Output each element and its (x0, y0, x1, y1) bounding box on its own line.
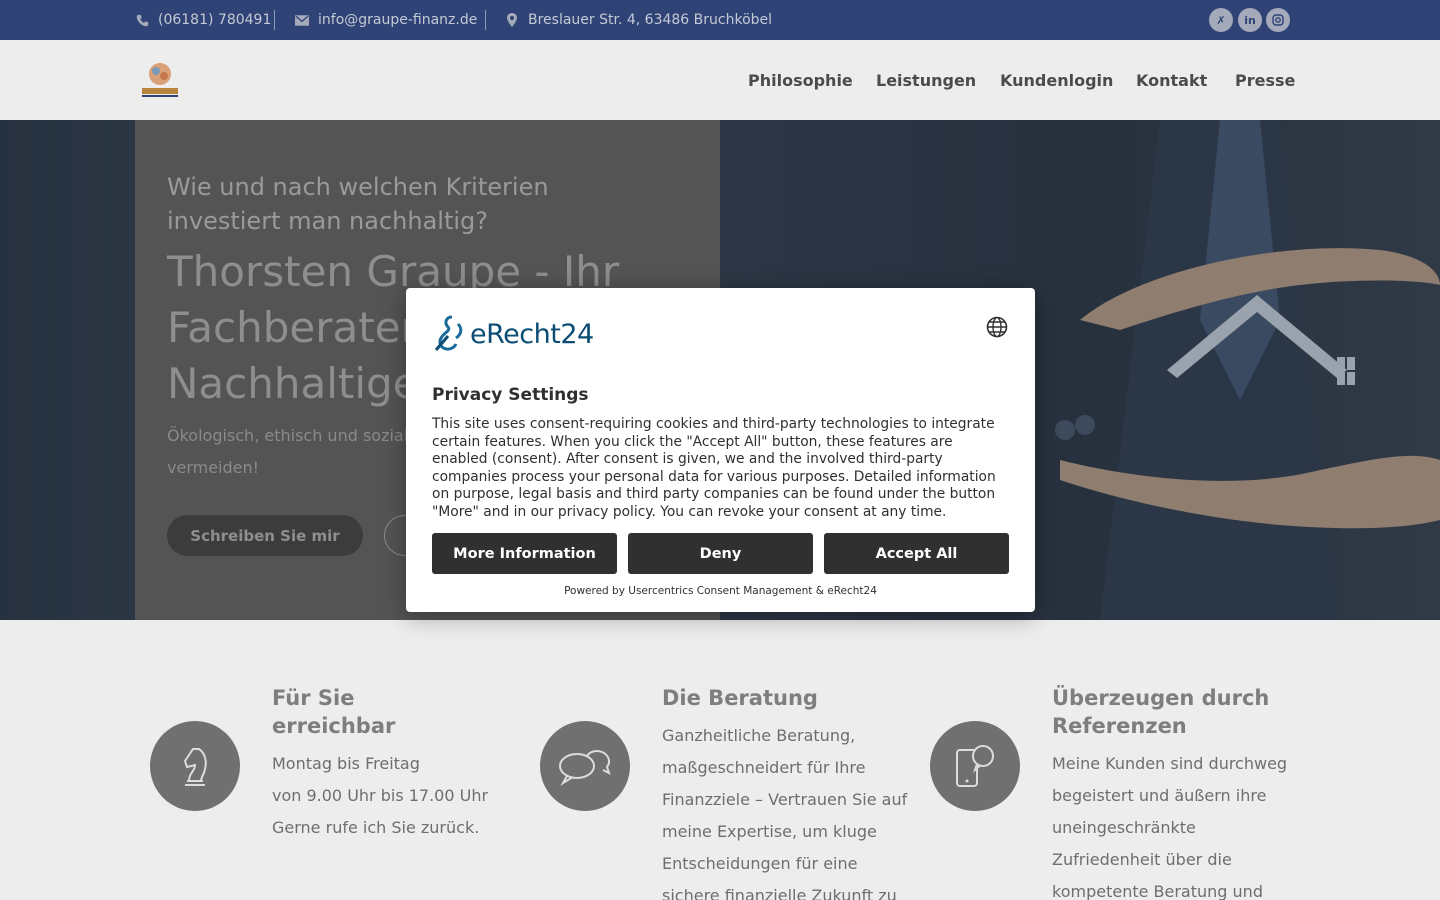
site-header: Philosophie Leistungen Kundenlogin Konta… (0, 40, 1440, 120)
feature-body-line: Gerne rufe ich Sie zurück. (272, 818, 480, 837)
chat-bubbles-icon (540, 721, 630, 811)
erecht24-symbol-icon (434, 315, 463, 351)
address-text: Breslauer Str. 4, 63486 Bruchköbel (528, 12, 773, 28)
instagram-icon[interactable] (1266, 8, 1290, 32)
address-link[interactable]: Breslauer Str. 4, 63486 Bruchköbel (505, 0, 772, 40)
feature-title-line: Überzeugen durch (1052, 686, 1270, 710)
nav-kundenlogin[interactable]: Kundenlogin (1000, 40, 1113, 120)
email-link[interactable]: info@graupe-finanz.de (295, 0, 477, 40)
more-information-button[interactable]: More Information (432, 533, 617, 574)
feature-title-line: Die Beratung (662, 686, 818, 710)
hero-subtitle: Wie und nach welchen Kriterien investier… (167, 173, 549, 235)
nav-philosophie[interactable]: Philosophie (748, 40, 853, 120)
privacy-settings-dialog: eRecht24 Privacy Settings This site uses… (406, 288, 1035, 612)
feature-body-line: Zufriedenheit über die (1052, 850, 1232, 869)
phone-icon (135, 13, 149, 27)
feature-title-line: Referenzen (1052, 714, 1187, 738)
phone-chat-icon (930, 721, 1020, 811)
divider (485, 10, 486, 30)
feature-body-line: Meine Kunden sind durchweg (1052, 754, 1288, 773)
globe-icon[interactable] (986, 316, 1008, 338)
feature-body-line: Entscheidungen für eine (662, 854, 858, 873)
erecht24-logo: eRecht24 (432, 314, 594, 354)
deny-button[interactable]: Deny (628, 533, 813, 574)
envelope-icon (295, 13, 309, 27)
contact-topbar: (06181) 780491 info@graupe-finanz.de Bre… (0, 0, 1440, 40)
divider (274, 10, 275, 30)
feature-body-line: Finanzziele – Vertrauen Sie auf (662, 790, 908, 809)
email-address: info@graupe-finanz.de (318, 12, 478, 28)
feature-title-line: Für Sie (272, 686, 355, 710)
feature-body-line: meine Expertise, um kluge (662, 822, 877, 841)
erecht24-wordmark: eRecht24 (470, 318, 594, 350)
feature-title: Die Beratung (662, 684, 818, 712)
phone-link[interactable]: (06181) 780491 (135, 0, 271, 40)
feature-body: Ganzheitliche Beratung, maßgeschneidert … (662, 720, 912, 900)
nav-presse[interactable]: Presse (1235, 40, 1295, 120)
xing-icon[interactable]: ✗ (1209, 8, 1233, 32)
site-logo[interactable] (140, 60, 180, 100)
chess-knight-icon (150, 721, 240, 811)
linkedin-icon[interactable]: in (1238, 8, 1262, 32)
feature-body-line: Montag bis Freitag (272, 754, 420, 773)
nav-kontakt[interactable]: Kontakt (1136, 40, 1207, 120)
feature-body-line: begeistert und äußern ihre (1052, 786, 1267, 805)
write-me-button[interactable]: Schreiben Sie mir (167, 515, 363, 556)
phone-number: (06181) 780491 (158, 12, 272, 28)
accept-all-button[interactable]: Accept All (824, 533, 1009, 574)
map-marker-icon (505, 13, 519, 27)
nav-leistungen[interactable]: Leistungen (876, 40, 976, 120)
dialog-title: Privacy Settings (432, 385, 589, 405)
feature-body-line: sichere finanzielle Zukunft zu (662, 886, 897, 900)
feature-body-line: kompetente Beratung und (1052, 882, 1263, 900)
feature-body-line: maßgeschneidert für Ihre (662, 758, 866, 777)
feature-body: Meine Kunden sind durchweg begeistert un… (1052, 748, 1302, 900)
feature-title: Für Sie erreichbar (272, 684, 395, 740)
feature-body-line: von 9.00 Uhr bis 17.00 Uhr (272, 786, 489, 805)
feature-body-line: uneingeschränkte (1052, 818, 1196, 837)
feature-body: Montag bis Freitag von 9.00 Uhr bis 17.0… (272, 748, 512, 844)
feature-title-line: erreichbar (272, 714, 396, 738)
feature-body-line: Ganzheitliche Beratung, (662, 726, 856, 745)
feature-title: Überzeugen durch Referenzen (1052, 684, 1269, 740)
dialog-description: This site uses consent-requiring cookies… (432, 416, 996, 520)
powered-by-link[interactable]: Powered by Usercentrics Consent Manageme… (406, 585, 1035, 597)
